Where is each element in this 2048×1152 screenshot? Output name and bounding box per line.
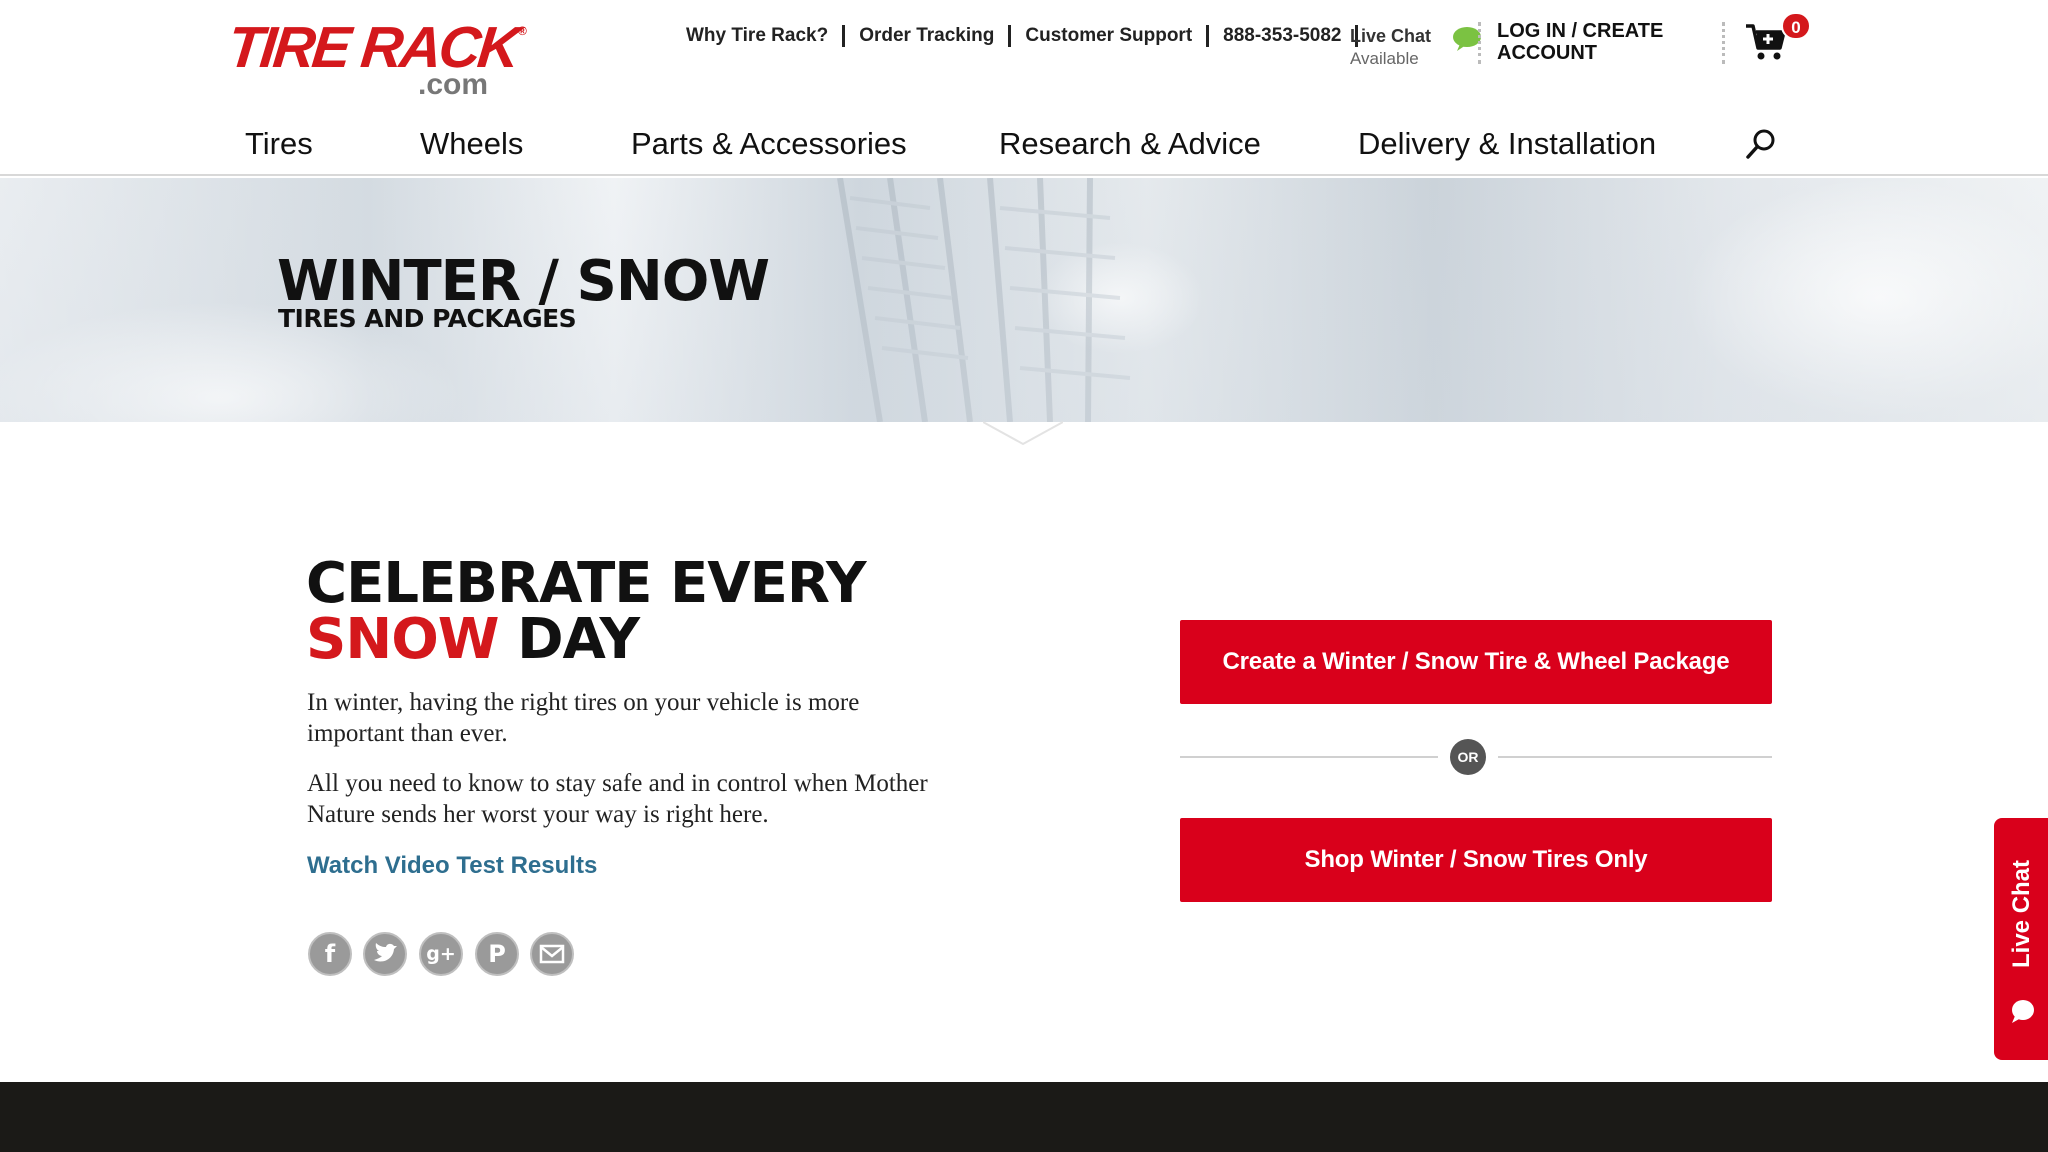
divider bbox=[1722, 22, 1725, 64]
google-plus-icon[interactable]: g+ bbox=[419, 932, 463, 976]
chat-bubble-icon bbox=[2012, 1000, 2034, 1023]
nav-delivery-installation[interactable]: Delivery & Installation bbox=[1358, 126, 1656, 162]
live-chat-status: Available bbox=[1350, 49, 1419, 68]
customer-support-link[interactable]: Customer Support bbox=[1025, 25, 1192, 47]
headline-rest: DAY bbox=[498, 607, 640, 672]
live-chat-header-link[interactable]: Live Chat Available bbox=[1350, 26, 1481, 72]
main-nav: Tires Wheels Parts & Accessories Researc… bbox=[0, 120, 2048, 166]
live-chat-label: Live Chat bbox=[1350, 26, 1432, 46]
why-tire-rack-link[interactable]: Why Tire Rack? bbox=[686, 25, 828, 47]
or-separator: OR bbox=[1450, 739, 1486, 775]
login-create-account-link[interactable]: LOG IN / CREATE ACCOUNT bbox=[1497, 20, 1687, 64]
divider bbox=[1008, 25, 1012, 47]
nav-parts-accessories[interactable]: Parts & Accessories bbox=[631, 126, 907, 162]
logo-registered-mark: ® bbox=[518, 24, 527, 38]
order-tracking-link[interactable]: Order Tracking bbox=[859, 25, 994, 47]
create-package-button[interactable]: Create a Winter / Snow Tire & Wheel Pack… bbox=[1180, 620, 1772, 704]
tire-rack-logo[interactable]: TIRE RACK ® .com bbox=[225, 15, 528, 100]
divider bbox=[1498, 756, 1772, 758]
intro-paragraph-2: All you need to know to stay safe and in… bbox=[307, 770, 928, 828]
hero-banner: WINTER / SNOW TIRES AND PACKAGES bbox=[0, 178, 2048, 422]
pinterest-icon[interactable]: P bbox=[475, 932, 519, 976]
divider bbox=[1180, 756, 1438, 758]
cart-count-badge: 0 bbox=[1781, 12, 1811, 40]
site-footer bbox=[0, 1082, 2048, 1152]
headline-line-2: SNOW DAY bbox=[306, 612, 866, 668]
email-icon[interactable] bbox=[530, 932, 574, 976]
watch-video-link[interactable]: Watch Video Test Results bbox=[307, 852, 597, 880]
headline-line-1: CELEBRATE EVERY bbox=[306, 551, 866, 616]
hero-subtitle: TIRES AND PACKAGES bbox=[278, 304, 577, 333]
divider bbox=[1478, 22, 1481, 64]
nav-wheels[interactable]: Wheels bbox=[420, 126, 523, 162]
hero-title: WINTER / SNOW bbox=[277, 249, 770, 314]
site-header: TIRE RACK ® .com Why Tire Rack? Order Tr… bbox=[0, 0, 2048, 176]
page: TIRE RACK ® .com Why Tire Rack? Order Tr… bbox=[0, 0, 2048, 1152]
utility-links: Why Tire Rack? Order Tracking Customer S… bbox=[686, 22, 1372, 50]
divider bbox=[1206, 25, 1210, 47]
twitter-icon[interactable] bbox=[363, 932, 407, 976]
nav-research-advice[interactable]: Research & Advice bbox=[999, 126, 1261, 162]
phone-number-link[interactable]: 888-353-5082 bbox=[1223, 25, 1341, 47]
facebook-icon[interactable]: f bbox=[308, 932, 352, 976]
intro-paragraph-1: In winter, having the right tires on you… bbox=[307, 689, 860, 747]
live-chat-side-tab[interactable]: Live Chat bbox=[1994, 818, 2048, 1060]
search-icon[interactable] bbox=[1745, 128, 1777, 160]
side-chat-label: Live Chat bbox=[2008, 859, 2035, 968]
page-headline: CELEBRATE EVERY SNOW DAY bbox=[306, 556, 866, 668]
logo-suffix: .com bbox=[418, 68, 489, 101]
nav-tires[interactable]: Tires bbox=[245, 126, 313, 162]
headline-highlight: SNOW bbox=[306, 607, 500, 672]
divider bbox=[842, 25, 846, 47]
hero-notch bbox=[983, 421, 1063, 446]
shop-tires-only-button[interactable]: Shop Winter / Snow Tires Only bbox=[1180, 818, 1772, 902]
